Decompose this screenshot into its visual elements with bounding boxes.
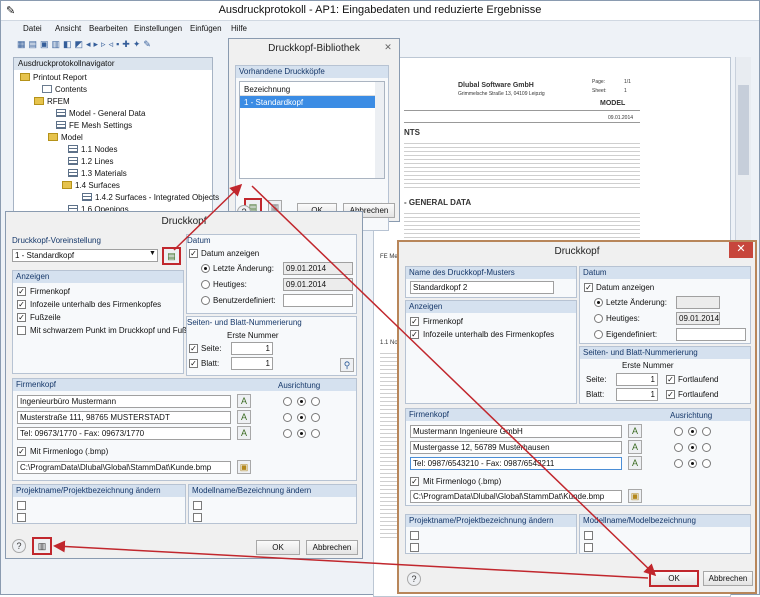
arrow-dlg2-ok-to-dlg1-save (53, 540, 649, 579)
annotation-arrows (53, 183, 657, 579)
arrow-library-to-dlg1 (173, 183, 243, 251)
arrow-library-to-dlg2-ok (251, 185, 657, 577)
